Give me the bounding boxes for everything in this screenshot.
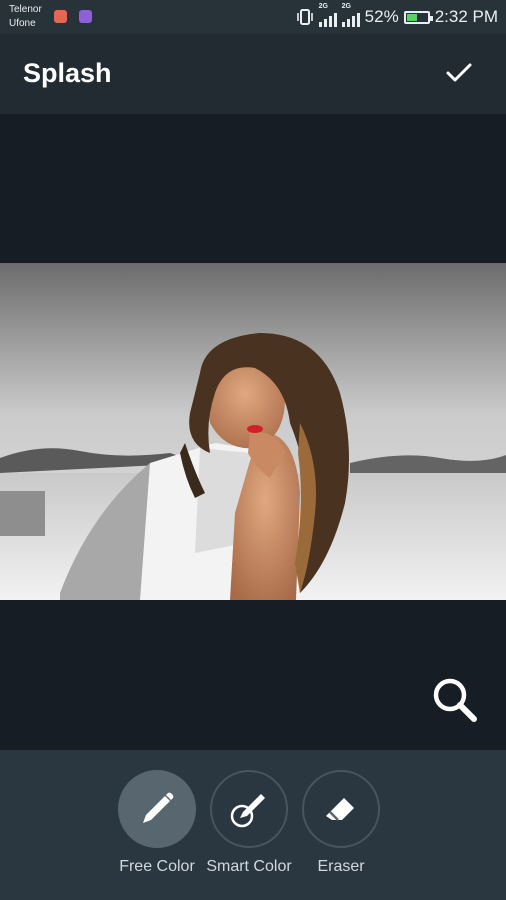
tool-bar: Free Color Smart Color Eraser xyxy=(0,750,506,900)
notification-app-icon xyxy=(54,10,67,23)
battery-level xyxy=(406,13,418,21)
eraser-tool[interactable]: Eraser xyxy=(299,770,383,876)
signal-icon-2: 2G xyxy=(341,3,360,27)
smart-color-button[interactable] xyxy=(210,770,288,848)
brush-icon xyxy=(143,792,174,823)
clock: 2:32 PM xyxy=(434,7,498,26)
eraser-label: Eraser xyxy=(317,858,365,875)
battery-icon xyxy=(403,10,433,24)
magnifier-icon[interactable] xyxy=(430,675,480,725)
signal-icon-1: 2G xyxy=(318,3,337,27)
carrier-2: Ufone xyxy=(9,18,36,29)
smart-brush-icon xyxy=(230,794,265,828)
network-type-1: 2G xyxy=(318,3,328,10)
carrier-1: Telenor xyxy=(9,4,42,15)
free-color-button[interactable] xyxy=(118,770,196,848)
carrier-names: Telenor Ufone xyxy=(9,3,42,31)
checkmark-icon[interactable] xyxy=(444,58,474,88)
eraser-icon xyxy=(326,798,354,821)
notification-gallery-icon xyxy=(79,10,92,23)
app-bar: Splash xyxy=(0,34,506,114)
battery-percent: 52% xyxy=(364,7,399,26)
network-type-2: 2G xyxy=(341,3,351,10)
status-bar: Telenor Ufone 2G 2G 52% 2:32 PM xyxy=(0,0,506,34)
eraser-button[interactable] xyxy=(302,770,380,848)
photo-canvas[interactable] xyxy=(0,263,506,600)
status-right: 2G 2G 52% 2:32 PM xyxy=(296,0,498,34)
vibrate-icon xyxy=(296,9,313,25)
page-title: Splash xyxy=(23,58,112,88)
